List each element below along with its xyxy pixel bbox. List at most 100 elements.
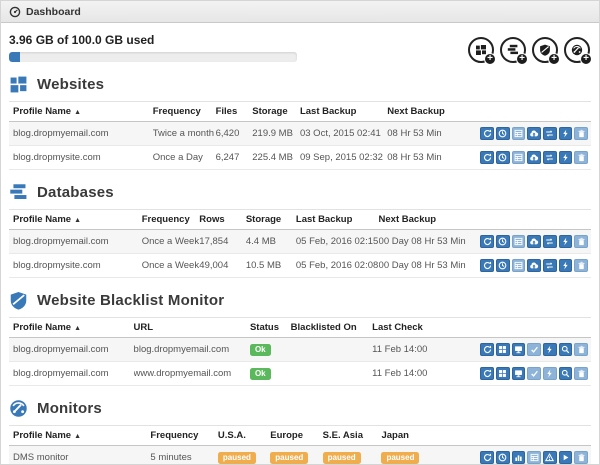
column-header[interactable] [480, 102, 591, 122]
refresh-button[interactable] [480, 451, 494, 464]
column-header[interactable]: Last Backup [300, 102, 387, 122]
table-row: blog.dropmyemail.comblog.dropmyemail.com… [9, 338, 591, 362]
refresh-icon [483, 237, 492, 246]
column-header[interactable]: Last Check [372, 318, 480, 338]
clock-button[interactable] [496, 127, 510, 140]
column-header[interactable] [480, 210, 591, 230]
loop-button[interactable] [543, 127, 557, 140]
add-database-backup-button[interactable]: + [500, 37, 526, 63]
cloud-up-button[interactable] [527, 259, 541, 272]
list-button[interactable] [512, 151, 526, 164]
add-website-backup-button[interactable]: + [468, 37, 494, 63]
bolt-button[interactable] [559, 127, 573, 140]
bolt-button[interactable] [559, 235, 573, 248]
table-cell: www.dropmyemail.com [134, 362, 250, 386]
bolt-button[interactable] [543, 343, 557, 356]
section-table: Profile Name▲URLStatusBlacklisted OnLast… [9, 317, 591, 386]
cloud-up-button[interactable] [527, 127, 541, 140]
add-monitor-button[interactable]: + [564, 37, 590, 63]
grid-button[interactable] [496, 367, 510, 380]
cloud-up-icon [529, 237, 539, 246]
clock-button[interactable] [496, 151, 510, 164]
clock-button[interactable] [496, 451, 510, 464]
column-header[interactable]: Files [216, 102, 253, 122]
refresh-button[interactable] [480, 127, 494, 140]
loop-button[interactable] [543, 235, 557, 248]
column-header[interactable]: Rows [199, 210, 246, 230]
chart-icon [514, 453, 523, 462]
table-cell: 225.4 MB [252, 146, 300, 170]
loop-icon [545, 153, 554, 162]
clock-button[interactable] [496, 259, 510, 272]
cloud-up-button[interactable] [527, 235, 541, 248]
trash-button[interactable] [574, 343, 588, 356]
bolt-button[interactable] [559, 259, 573, 272]
trash-button[interactable] [574, 151, 588, 164]
plus-badge: + [548, 53, 560, 65]
topbar[interactable]: Dashboard [1, 1, 599, 23]
status-badge: paused [270, 452, 308, 464]
section-title: Website Blacklist Monitor [37, 292, 224, 309]
monitor-button[interactable] [512, 343, 526, 356]
alert-button[interactable] [543, 451, 557, 464]
column-header[interactable]: Europe [270, 426, 322, 446]
column-header[interactable]: Frequency [142, 210, 200, 230]
loop-button[interactable] [543, 151, 557, 164]
column-header[interactable]: Next Backup [387, 102, 480, 122]
add-blacklist-monitor-button[interactable]: + [532, 37, 558, 63]
column-header[interactable]: URL [134, 318, 250, 338]
refresh-button[interactable] [480, 367, 494, 380]
search-button[interactable] [559, 367, 573, 380]
trash-button[interactable] [574, 367, 588, 380]
grid-button[interactable] [496, 343, 510, 356]
trash-button[interactable] [574, 235, 588, 248]
column-header[interactable]: Frequency [153, 102, 216, 122]
refresh-button[interactable] [480, 259, 494, 272]
list-button[interactable] [512, 235, 526, 248]
column-header[interactable] [480, 426, 591, 446]
refresh-icon [483, 453, 492, 462]
check-button[interactable] [527, 367, 541, 380]
column-header[interactable]: Profile Name▲ [9, 318, 134, 338]
column-header[interactable]: Next Backup [379, 210, 481, 230]
search-button[interactable] [559, 343, 573, 356]
section-table: Profile Name▲FrequencyU.S.A.EuropeS.E. A… [9, 425, 591, 465]
column-header[interactable]: Profile Name▲ [9, 102, 153, 122]
refresh-button[interactable] [480, 151, 494, 164]
column-header[interactable]: Profile Name▲ [9, 426, 150, 446]
column-header[interactable]: Frequency [150, 426, 218, 446]
refresh-button[interactable] [480, 343, 494, 356]
play-button[interactable] [559, 451, 573, 464]
list-button[interactable] [512, 127, 526, 140]
column-header[interactable]: Storage [246, 210, 296, 230]
column-header[interactable]: U.S.A. [218, 426, 270, 446]
column-header[interactable]: Japan [381, 426, 480, 446]
trash-button[interactable] [574, 259, 588, 272]
trash-button[interactable] [574, 127, 588, 140]
monitor-icon [514, 345, 523, 354]
monitor-button[interactable] [512, 367, 526, 380]
column-header[interactable]: Profile Name▲ [9, 210, 142, 230]
actions-cell [480, 230, 591, 254]
list-button[interactable] [527, 451, 541, 464]
section-header: Website Blacklist Monitor [9, 291, 591, 310]
refresh-icon [483, 345, 492, 354]
column-header[interactable]: Blacklisted On [291, 318, 372, 338]
column-header[interactable]: S.E. Asia [323, 426, 382, 446]
list-button[interactable] [512, 259, 526, 272]
column-header[interactable]: Storage [252, 102, 300, 122]
bolt-button[interactable] [543, 367, 557, 380]
chart-button[interactable] [512, 451, 526, 464]
loop-button[interactable] [543, 259, 557, 272]
bolt-button[interactable] [559, 151, 573, 164]
column-header[interactable] [480, 318, 591, 338]
column-header[interactable]: Status [250, 318, 291, 338]
refresh-button[interactable] [480, 235, 494, 248]
column-header[interactable]: Last Backup [296, 210, 379, 230]
trash-icon [577, 129, 586, 138]
trash-button[interactable] [574, 451, 588, 464]
clock-button[interactable] [496, 235, 510, 248]
check-button[interactable] [527, 343, 541, 356]
cloud-up-button[interactable] [527, 151, 541, 164]
actions-cell [480, 446, 591, 465]
